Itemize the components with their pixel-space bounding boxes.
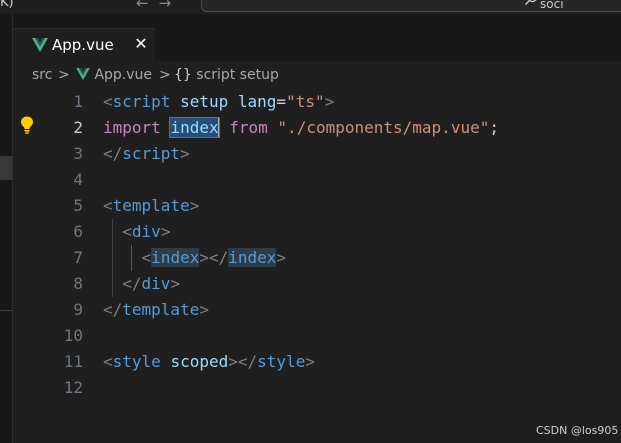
activity-bar-item-active[interactable]	[0, 156, 12, 180]
menu-fragment[interactable]: K)	[0, 0, 14, 11]
breadcrumb-file[interactable]: App.vue	[76, 61, 152, 89]
code-line: <index></index>	[141, 248, 287, 267]
activity-bar-divider	[0, 310, 12, 311]
line-number: 4	[73, 170, 83, 189]
line-number: 10	[63, 326, 83, 345]
line-number: 12	[63, 378, 83, 397]
lightbulb-icon[interactable]	[19, 115, 35, 135]
braces-icon: {}	[174, 67, 192, 83]
code-line-active: import index from "./components/map.vue"…	[103, 117, 499, 138]
search-text: soci	[540, 0, 564, 11]
watermark: CSDN @los905	[536, 424, 619, 437]
line-number: 3	[73, 144, 83, 163]
line-number: 5	[73, 196, 83, 215]
activity-bar	[0, 14, 13, 443]
command-center-search[interactable]: soci	[201, 0, 621, 12]
tab-app-vue[interactable]: App.vue ✕	[13, 28, 155, 62]
line-number: 6	[73, 222, 83, 241]
code-editor[interactable]: 1 2 3 4 5 6 7 8 9 10 11 12 <script setup…	[13, 89, 621, 443]
code-line: </script>	[103, 144, 190, 163]
highlighted-occurrence: index	[151, 248, 200, 267]
code-line: <template>	[103, 196, 200, 215]
selected-identifier: index	[169, 117, 220, 138]
tab-label: App.vue	[52, 36, 114, 54]
tab-bar: App.vue ✕	[13, 14, 621, 62]
breadcrumb-symbol[interactable]: {} script setup	[174, 61, 279, 89]
vue-icon	[76, 68, 90, 80]
close-icon[interactable]: ✕	[130, 33, 152, 55]
line-number: 9	[73, 300, 83, 319]
breadcrumb-symbol-label: script setup	[196, 67, 279, 83]
navigation-arrows: ←→	[136, 0, 181, 12]
chevron-right-icon: >	[58, 67, 70, 83]
code-line: <div>	[122, 222, 171, 241]
search-icon	[525, 0, 537, 5]
chevron-right-icon: >	[159, 67, 171, 83]
highlighted-occurrence: index	[228, 248, 277, 267]
line-number: 7	[73, 248, 83, 267]
code-line: <script setup lang="ts">	[103, 92, 335, 111]
code-line: </div>	[122, 274, 181, 293]
breadcrumb-folder[interactable]: src	[32, 61, 52, 89]
more-menu-icon[interactable]: ···	[40, 0, 52, 5]
breadcrumb-file-label: App.vue	[94, 67, 153, 83]
code-line: <style scoped></style>	[103, 352, 315, 371]
code-line: </template>	[103, 300, 209, 319]
line-number-active: 2	[73, 118, 83, 137]
breadcrumb: src > App.vue > {} script setup	[13, 61, 621, 89]
back-arrow-icon[interactable]: ←	[136, 0, 159, 12]
line-number: 11	[63, 352, 83, 371]
vue-icon	[32, 38, 48, 52]
forward-arrow-icon[interactable]: →	[159, 0, 182, 12]
title-bar: K) ··· ←→ soci	[0, 0, 621, 14]
text-cursor	[217, 117, 220, 137]
line-number: 1	[73, 92, 83, 111]
line-number: 8	[73, 274, 83, 293]
